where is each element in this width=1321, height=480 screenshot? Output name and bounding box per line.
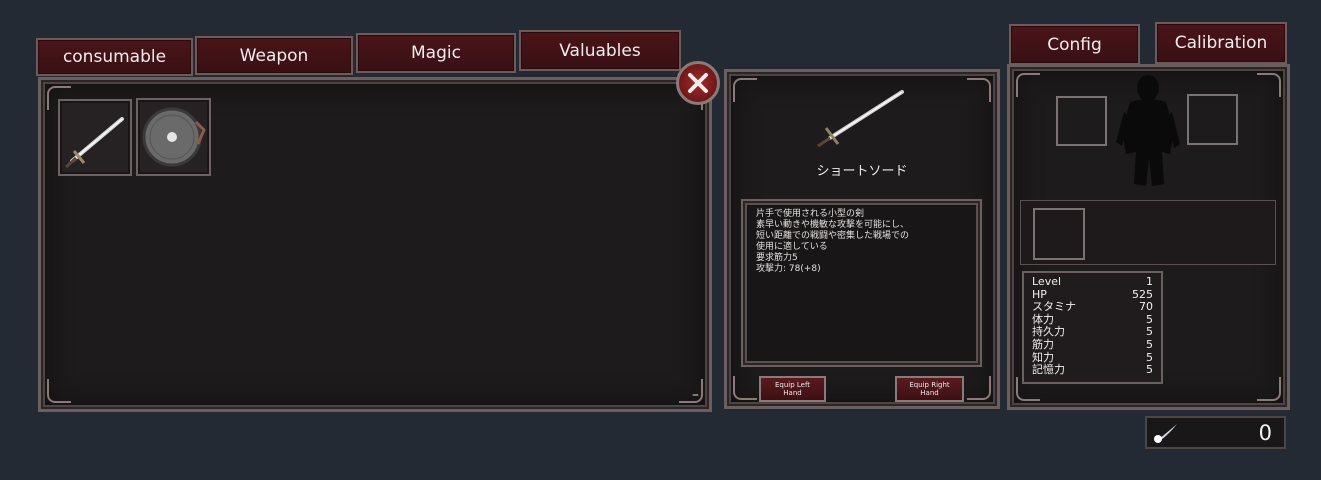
required-strength: 要求筋力5 (756, 253, 798, 263)
description-line: 素早い動きや機敏な攻撃を可能にし、 (756, 220, 910, 230)
tab-consumable[interactable]: consumable (36, 38, 193, 76)
inventory-slot-shield[interactable] (136, 98, 211, 176)
stat-row-level: Level 1 (1032, 275, 1153, 289)
scroll-indicator: – (692, 387, 699, 403)
item-description-box: 片手で使用される小型の剣 素早い動きや機敏な攻撃を可能にし、 短い距離での戦闘や… (741, 199, 982, 367)
tab-valuables[interactable]: Valuables (519, 30, 681, 71)
souls-value: 0 (1258, 421, 1272, 445)
frame-corner (967, 376, 991, 400)
item-sword-icon (817, 90, 904, 148)
stats-box: Level 1 HP 525 スタミナ 70 体力 5 持久力 5 筋力 5 知力 5 記憶力… (1022, 271, 1163, 384)
config-button[interactable]: Config (1009, 24, 1140, 65)
frame-corner (1257, 377, 1281, 401)
frame-corner (733, 376, 757, 400)
souls-counter: 0 (1145, 416, 1286, 449)
equip-right-label: Hand (920, 389, 939, 397)
description-line: 使用に適している (756, 242, 828, 252)
soul-orb-icon (1154, 424, 1177, 443)
close-button[interactable] (676, 61, 720, 105)
right-hand-slot[interactable] (1187, 94, 1238, 145)
stat-value: 70 (1139, 300, 1153, 314)
stat-value: 1 (1146, 275, 1153, 288)
stat-label: 記憶力 (1032, 363, 1065, 377)
tab-magic[interactable]: Magic (356, 33, 516, 73)
attack-power: 攻撃力: 78(+8) (756, 264, 821, 274)
frame-corner (1257, 73, 1281, 97)
stat-label: 筋力 (1032, 337, 1054, 351)
frame-corner (967, 78, 991, 102)
frame-corner (733, 78, 757, 102)
round-shield-icon (142, 107, 206, 167)
left-hand-slot[interactable] (1056, 96, 1107, 146)
stat-row-strength: 筋力 5 (1032, 337, 1153, 352)
equip-right-label: Equip Right (909, 381, 950, 389)
inventory-slot-sword[interactable] (58, 99, 132, 176)
frame-corner (1016, 73, 1040, 97)
armor-slot[interactable] (1033, 208, 1085, 260)
description-line: 短い距離での戦闘や密集した戦場での (756, 231, 910, 241)
stat-value: 5 (1146, 337, 1153, 351)
sword-icon (64, 117, 124, 169)
character-silhouette-icon (1116, 75, 1180, 186)
equip-left-label: Hand (783, 389, 802, 397)
frame-corner (47, 379, 71, 403)
stat-value: 5 (1146, 363, 1153, 377)
stat-row-stamina: スタミナ 70 (1032, 301, 1153, 314)
calibration-button[interactable]: Calibration (1155, 22, 1287, 64)
stat-label: スタミナ (1032, 300, 1076, 314)
stat-row-attunement: 記憶力 5 (1032, 364, 1153, 377)
description-line: 片手で使用される小型の剣 (756, 209, 865, 219)
equip-left-hand-button[interactable]: Equip Left Hand (759, 376, 826, 402)
item-name: ショートソード (816, 164, 908, 179)
frame-corner (679, 379, 703, 403)
equip-left-label: Equip Left (774, 381, 811, 389)
equip-right-hand-button[interactable]: Equip Right Hand (895, 376, 964, 402)
stat-label: Level (1032, 275, 1062, 288)
close-icon (688, 73, 708, 93)
tab-weapon[interactable]: Weapon (195, 36, 353, 75)
